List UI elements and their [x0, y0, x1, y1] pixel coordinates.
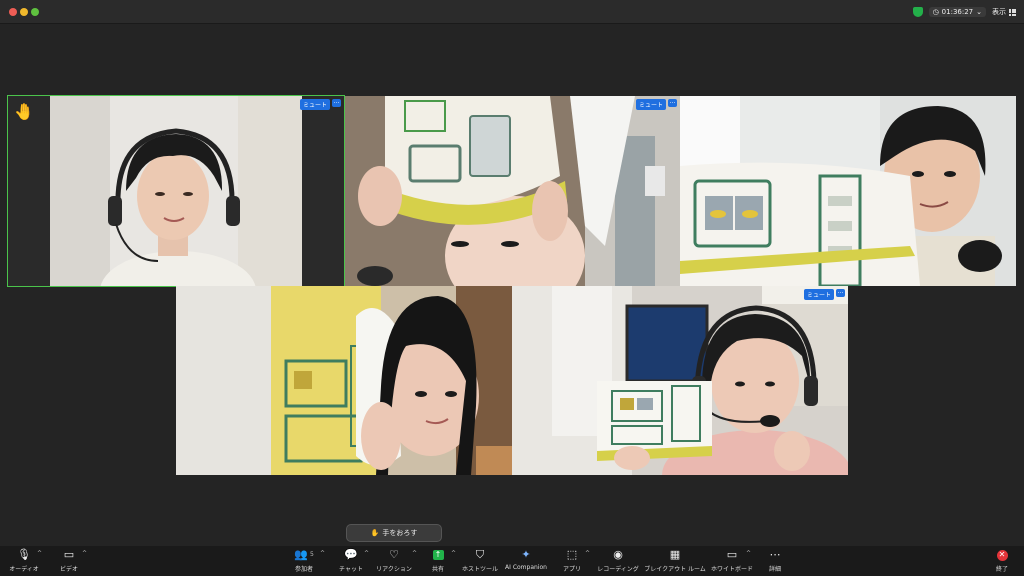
- heart-icon: ♡: [389, 548, 399, 561]
- participants-button[interactable]: 👥 5 参加者: [290, 548, 318, 574]
- hand-icon: ✋: [370, 529, 380, 537]
- share-arrow-icon: ↑: [432, 550, 444, 560]
- participant-4-video: [176, 286, 512, 475]
- breakout-rooms-button[interactable]: ▦ ブレイクアウト ルーム: [644, 548, 706, 574]
- video-tile-teacher[interactable]: 🤚 ミュート …: [7, 95, 345, 287]
- grid-view-icon: [1009, 8, 1016, 16]
- audio-options-chevron[interactable]: ^: [37, 550, 42, 557]
- breakout-grid-icon: ▦: [669, 548, 681, 561]
- share-button[interactable]: ↑ 共有: [428, 548, 448, 574]
- apps-options-chevron[interactable]: ^: [585, 550, 590, 557]
- reactions-button[interactable]: ♡ リアクション: [376, 548, 412, 574]
- video-tile-participant-3[interactable]: [680, 96, 1016, 286]
- chat-button[interactable]: 💬 チャット: [336, 548, 366, 574]
- participants-options-chevron[interactable]: ^: [320, 550, 325, 557]
- reactions-options-chevron[interactable]: ^: [412, 550, 417, 557]
- whiteboard-icon: ▭: [726, 548, 738, 561]
- view-label: 表示: [992, 8, 1006, 16]
- mute-button[interactable]: ミュート: [635, 99, 666, 110]
- end-close-icon: ✕: [996, 549, 1008, 561]
- mute-button[interactable]: ミュート: [803, 289, 834, 300]
- tile-more-button[interactable]: …: [668, 99, 677, 107]
- video-gallery: 🤚 ミュート … ミュート … ミュート …: [0, 25, 1024, 540]
- share-options-chevron[interactable]: ^: [451, 550, 456, 557]
- chevron-down-icon: ⌄: [976, 8, 982, 16]
- apps-icon: ⬚: [566, 548, 578, 561]
- video-tile-participant-4[interactable]: [176, 286, 512, 475]
- shield-icon: ⛉: [475, 548, 485, 561]
- participants-icon: 👥 5: [294, 548, 314, 561]
- video-tile-participant-5[interactable]: ミュート …: [512, 286, 848, 475]
- end-meeting-button[interactable]: ✕ 終了: [992, 548, 1012, 574]
- close-window-button[interactable]: [9, 8, 17, 16]
- host-tools-button[interactable]: ⛉ ホストツール: [462, 548, 498, 574]
- participant-5-video: [512, 286, 848, 475]
- audio-button[interactable]: 🎙 オーディオ: [8, 548, 40, 574]
- meeting-timer[interactable]: ◷ 01:36:27 ⌄: [928, 7, 986, 17]
- video-camera-icon: ▭: [63, 548, 75, 561]
- teacher-video: [8, 96, 344, 286]
- apps-button[interactable]: ⬚ アプリ: [561, 548, 583, 574]
- mute-button[interactable]: ミュート: [299, 99, 330, 110]
- lower-hand-label: 手をおろす: [382, 529, 418, 537]
- microphone-icon: 🎙: [17, 548, 31, 561]
- participant-3-video: [680, 96, 1016, 286]
- meeting-toolbar: 🎙 オーディオ ^ ▭ ビデオ ^ 👥 5 参加者 ^ 💬 チャット ^ ♡ リア…: [0, 546, 1024, 576]
- minimize-window-button[interactable]: [20, 8, 28, 16]
- tile-more-button[interactable]: …: [836, 289, 845, 297]
- video-tile-participant-2[interactable]: ミュート …: [345, 96, 680, 286]
- more-dots-icon: ⋯: [769, 548, 781, 561]
- view-button[interactable]: 表示: [992, 7, 1016, 17]
- ai-companion-button[interactable]: ✦ AI Companion: [504, 548, 548, 574]
- participant-2-video: [345, 96, 680, 286]
- whiteboard-options-chevron[interactable]: ^: [746, 550, 751, 557]
- tile-more-button[interactable]: …: [332, 99, 341, 107]
- chat-options-chevron[interactable]: ^: [364, 550, 369, 557]
- video-options-chevron[interactable]: ^: [82, 550, 87, 557]
- lower-hand-button[interactable]: ✋ 手をおろす: [346, 524, 442, 542]
- title-bar: ◷ 01:36:27 ⌄ 表示: [0, 0, 1024, 24]
- timer-text: 01:36:27: [941, 8, 974, 16]
- security-shield-icon[interactable]: [912, 7, 923, 17]
- participants-count: 5: [309, 551, 314, 558]
- record-icon: ◉: [613, 548, 623, 561]
- clock-icon: ◷: [932, 8, 939, 16]
- maximize-window-button[interactable]: [31, 8, 39, 16]
- more-button[interactable]: ⋯ 詳細: [764, 548, 786, 574]
- sparkle-icon: ✦: [521, 548, 531, 561]
- recording-button[interactable]: ◉ レコーディング: [597, 548, 639, 574]
- chat-bubble-icon: 💬: [344, 548, 358, 561]
- video-button[interactable]: ▭ ビデオ: [56, 548, 82, 574]
- raised-hand-icon: 🤚: [14, 102, 34, 121]
